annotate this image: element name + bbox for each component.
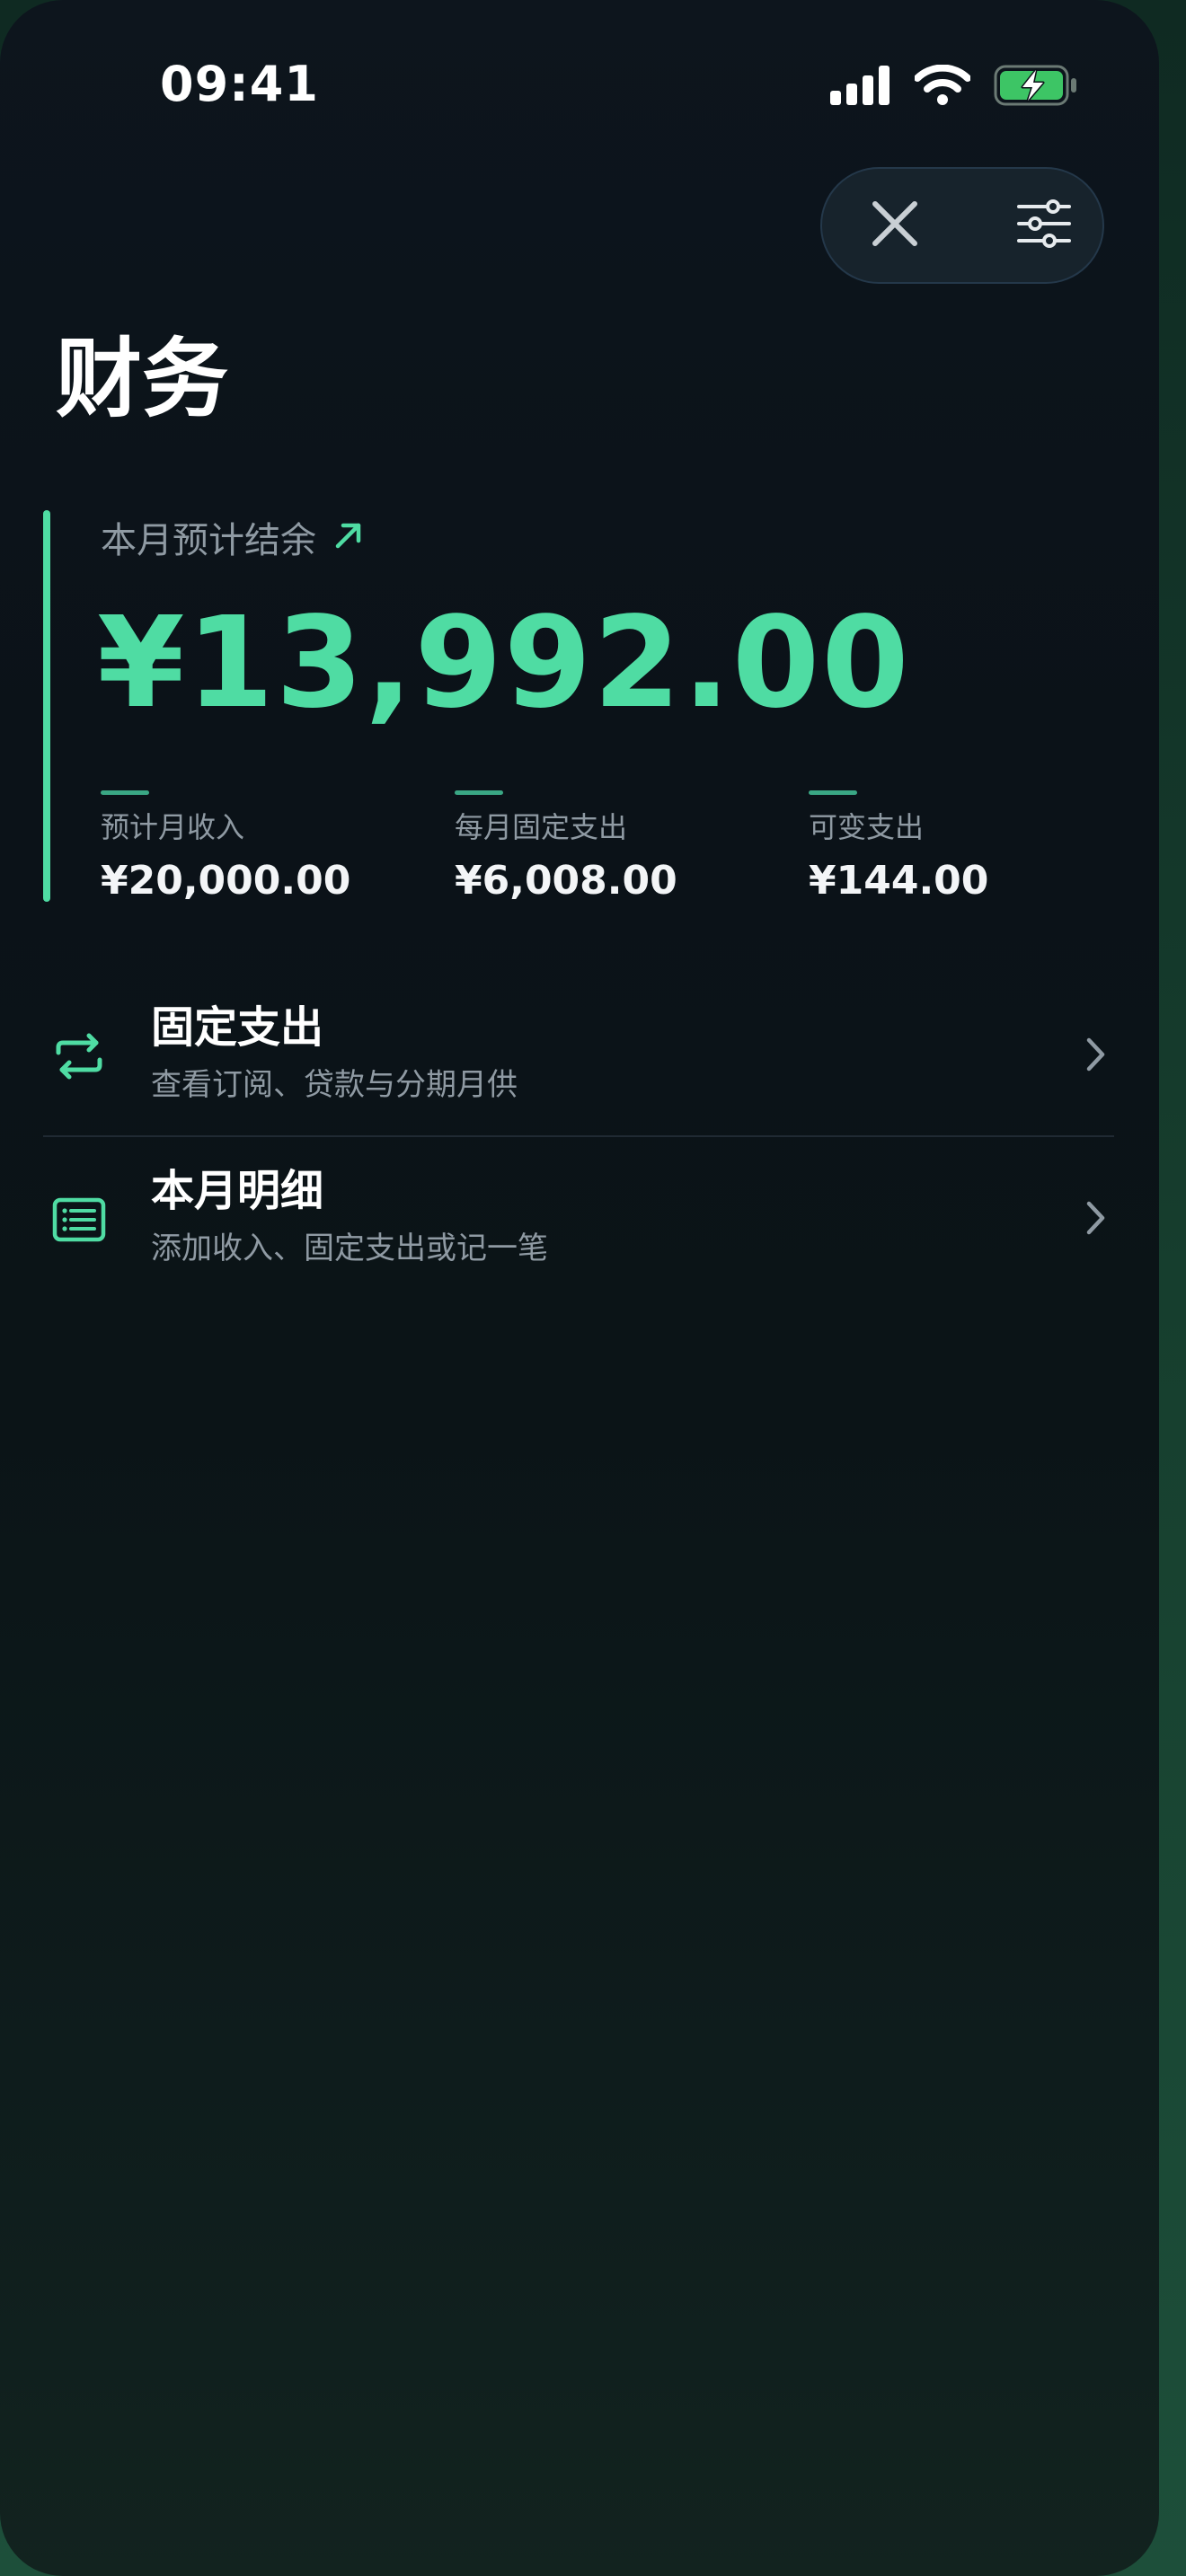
status-bar: 09:41 [0,0,1159,180]
menu-item-monthly-details[interactable]: 本月明细 添加收入、固定支出或记一笔 [43,1137,1114,1299]
filter-button[interactable] [986,169,1102,282]
summary-label: 本月预计结余 [101,520,316,561]
status-icons [830,64,1078,110]
stat-value: ¥144.00 [809,858,989,904]
stat-fixed-expense: 每月固定支出 ¥6,008.00 [455,790,778,910]
stat-marker [809,790,857,795]
arrow-up-right-icon [334,521,363,553]
chevron-right-icon [1078,1195,1114,1241]
toolbar-pill [820,167,1104,284]
battery-charging-icon [994,65,1078,110]
summary-label-row: 本月预计结余 [101,510,363,564]
chevron-right-icon [1078,1031,1114,1078]
menu-item-title: 固定支出 [151,1002,324,1053]
stat-value: ¥6,008.00 [455,858,677,904]
repeat-icon [50,1028,108,1085]
cellular-signal-icon [830,66,891,109]
stat-label: 预计月收入 [101,810,245,844]
menu-item-title: 本月明细 [151,1166,324,1216]
stat-label: 可变支出 [809,810,925,844]
menu-item-subtitle: 查看订阅、贷款与分期月供 [151,1067,518,1103]
stat-marker [455,790,503,795]
close-icon [872,200,918,251]
page-title: 财务 [56,329,228,429]
stat-marker [101,790,149,795]
accent-bar [43,510,50,902]
status-time: 09:41 [160,56,319,112]
menu-item-subtitle: 添加收入、固定支出或记一笔 [151,1231,548,1266]
stat-value: ¥20,000.00 [101,858,351,904]
app-screen: 09:41 财务 本月预计结余 ¥13,992.00 预计月收入 ¥20,000… [0,0,1159,2576]
wifi-icon [914,64,971,110]
balance-summary: 本月预计结余 ¥13,992.00 预计月收入 ¥20,000.00 每月固定支… [43,510,1121,904]
stat-label: 每月固定支出 [455,810,628,844]
menu-item-fixed-expenses[interactable]: 固定支出 查看订阅、贷款与分期月供 [43,974,1114,1135]
sliders-icon [1017,199,1071,251]
balance-amount: ¥13,992.00 [97,590,911,737]
finance-menu: 固定支出 查看订阅、贷款与分期月供 本月明细 添加收入、固定支出或记一笔 [43,974,1114,1299]
stat-variable-expense: 可变支出 ¥144.00 [809,790,1132,910]
list-icon [50,1191,108,1248]
stat-income: 预计月收入 ¥20,000.00 [101,790,424,910]
close-button[interactable] [836,169,953,282]
